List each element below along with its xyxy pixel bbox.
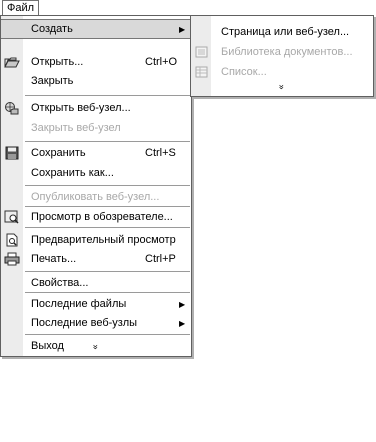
submenu-arrow-icon: ▶ [179, 318, 186, 328]
menu-separator [25, 334, 190, 335]
menu-separator [25, 95, 190, 96]
menu-item-preview-browser-label: Просмотр в обозревателе... [31, 211, 173, 223]
menu-separator [25, 292, 190, 293]
menu-item-save-label: Сохранить [31, 147, 86, 159]
menu-item-open-shortcut: Ctrl+O [145, 56, 178, 68]
submenu-arrow-icon: ▶ [179, 24, 186, 34]
menu-item-recent-webs-label: Последние веб-узлы [31, 317, 138, 329]
menu-item-save-as-label: Сохранить как... [31, 167, 114, 179]
menu-separator [25, 185, 190, 186]
floppy-disk-icon [4, 146, 20, 160]
menu-item-open-web-label: Открыть веб-узел... [31, 102, 131, 114]
menu-item-close-web-label: Закрыть веб-узел [31, 122, 121, 134]
open-web-icon [4, 101, 20, 115]
menu-item-publish-web: Опубликовать веб-узел... [1, 187, 191, 207]
menu-item-create-label: Создать [31, 23, 73, 35]
menu-item-properties-label: Свойства... [31, 277, 89, 289]
print-preview-icon [4, 233, 20, 247]
menu-item-open[interactable]: Открыть... Ctrl+O [1, 52, 191, 72]
open-folder-icon [4, 55, 20, 69]
list-icon [194, 65, 210, 79]
menu-item-save-shortcut: Ctrl+S [145, 147, 176, 159]
menu-separator [25, 141, 190, 142]
menu-item-save[interactable]: Сохранить Ctrl+S [1, 143, 191, 163]
submenu-arrow-icon: ▶ [179, 299, 186, 309]
menu-item-print-shortcut: Ctrl+P [145, 253, 176, 265]
file-menu: Создать ▶ Открыть... Ctrl+O Закрыть Откр… [0, 15, 192, 357]
menu-item-exit-label: Выход [31, 340, 64, 352]
printer-icon [4, 252, 20, 266]
menu-item-publish-web-label: Опубликовать веб-узел... [31, 191, 160, 203]
create-submenu: Страница или веб-узел... Библиотека доку… [190, 15, 374, 97]
submenu-item-list-label: Список... [221, 66, 267, 78]
menu-item-open-label: Открыть... [31, 56, 84, 68]
expand-submenu-icon[interactable]: » [277, 0, 287, 178]
menu-bar: Файл [0, 0, 376, 16]
menu-separator [25, 271, 190, 272]
menu-item-save-as[interactable]: Сохранить как... [1, 163, 191, 183]
document-library-icon [194, 45, 210, 59]
browser-preview-icon [4, 210, 20, 224]
menu-item-print-preview-label: Предварительный просмотр [31, 234, 176, 246]
menu-item-print-preview[interactable]: Предварительный просмотр [1, 230, 191, 250]
menu-item-close-web: Закрыть веб-узел [1, 118, 191, 138]
menu-separator [25, 227, 190, 228]
menu-item-print-label: Печать... [31, 253, 77, 265]
expand-menu-icon[interactable]: » [91, 252, 101, 442]
menu-item-close-label: Закрыть [31, 75, 74, 87]
menu-item-open-web[interactable]: Открыть веб-узел... [1, 98, 191, 118]
menubar-file[interactable]: Файл [2, 0, 40, 16]
menu-item-recent-files-label: Последние файлы [31, 298, 127, 310]
menu-item-preview-browser[interactable]: Просмотр в обозревателе... [1, 207, 191, 227]
menu-item-close[interactable]: Закрыть [1, 71, 191, 91]
menu-item-create[interactable]: Создать ▶ [1, 19, 191, 39]
